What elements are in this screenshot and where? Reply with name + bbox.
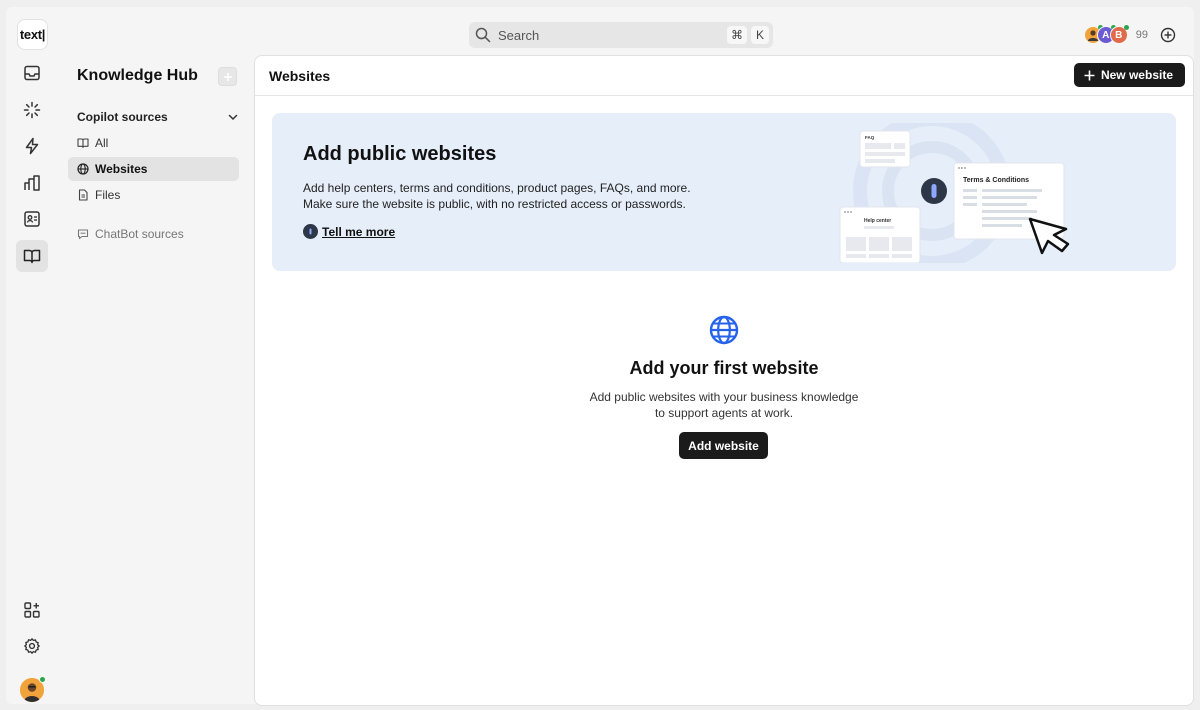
rail-copilot[interactable]: [16, 94, 48, 126]
sidebar-item-files[interactable]: Files: [68, 183, 239, 207]
svg-text:FAQ: FAQ: [865, 135, 875, 140]
search-bar[interactable]: Search ⌘ K: [469, 22, 773, 48]
globe-icon: [77, 163, 89, 175]
file-icon: [77, 189, 89, 201]
sparkle-icon: [23, 101, 41, 119]
rail-automations[interactable]: [16, 130, 48, 162]
plus-circle-icon: [1160, 27, 1176, 43]
rail-reports[interactable]: [16, 167, 48, 199]
new-website-button[interactable]: New website: [1073, 63, 1185, 87]
knowledge-book-icon: [23, 249, 41, 264]
sidebar-add-button[interactable]: [218, 67, 237, 86]
rail-apps[interactable]: [16, 594, 48, 626]
contacts-icon: [24, 211, 40, 227]
sidebar-item-label: ChatBot sources: [95, 227, 184, 241]
section-title: Copilot sources: [77, 110, 168, 124]
globe-icon: [709, 315, 739, 345]
team-presence: A B 99: [1083, 24, 1178, 46]
avatar-stack[interactable]: A B: [1083, 25, 1129, 44]
tell-me-more-link[interactable]: Tell me more: [303, 224, 395, 239]
search-icon: [475, 27, 491, 43]
shortcut-k-key: K: [751, 26, 769, 44]
add-website-button[interactable]: Add website: [679, 432, 768, 459]
sidebar-item-label: Files: [95, 188, 121, 202]
link-label: Tell me more: [322, 224, 396, 239]
shortcut-cmd-key: ⌘: [727, 26, 747, 44]
main-header: Websites New website: [255, 56, 1193, 96]
logo-text: text|: [19, 27, 46, 42]
empty-state-title: Add your first website: [629, 358, 819, 378]
sidebar-item-all[interactable]: All: [68, 131, 239, 155]
rail-knowledge-hub[interactable]: [16, 240, 48, 272]
avatar: B: [1109, 25, 1129, 44]
button-label: New website: [1100, 68, 1173, 82]
search-placeholder: Search: [498, 27, 540, 43]
main-panel: Websites New website Add public websites…: [254, 55, 1194, 706]
play-icon: [303, 224, 318, 239]
websites-illustration: FAQ Help center Terms & Conditions: [839, 123, 1070, 263]
plus-icon: [223, 72, 232, 81]
add-member-button[interactable]: [1158, 25, 1178, 45]
reports-icon: [24, 175, 40, 191]
plus-icon: [1084, 70, 1095, 80]
online-status-dot: [39, 676, 46, 683]
page-title: Websites: [269, 68, 331, 84]
book-icon: [77, 137, 89, 149]
svg-text:Help center: Help center: [864, 218, 891, 224]
chat-icon: [77, 228, 89, 240]
rail-settings[interactable]: [16, 630, 48, 662]
apps-icon: [24, 602, 40, 618]
sidebar-item-websites[interactable]: Websites: [68, 157, 239, 181]
banner-text: Add help centers, terms and conditions, …: [303, 181, 691, 211]
svg-text:Terms & Conditions: Terms & Conditions: [963, 177, 1029, 184]
avatar-count: 99: [1135, 29, 1148, 41]
inbox-icon: [24, 65, 40, 81]
user-avatar[interactable]: [20, 676, 46, 702]
settings-icon: [24, 638, 40, 654]
rail-contacts[interactable]: [16, 203, 48, 235]
empty-state-text: Add public websites with your business k…: [589, 390, 859, 420]
sidebar-item-chatbot-sources[interactable]: ChatBot sources: [68, 222, 239, 246]
button-label: Add website: [688, 438, 759, 453]
sidebar-item-label: Websites: [95, 162, 148, 176]
sidebar-title: Knowledge Hub: [77, 67, 198, 84]
copilot-sources-header[interactable]: Copilot sources: [77, 108, 239, 126]
sidebar-item-label: All: [95, 136, 109, 150]
rail-inbox[interactable]: [16, 57, 48, 89]
chevron-down-icon: [228, 114, 238, 121]
bolt-icon: [25, 137, 39, 155]
banner-title: Add public websites: [303, 143, 497, 165]
info-banner: Add public websites Add help centers, te…: [272, 113, 1176, 271]
app-window: text| Search ⌘ K A B 99 Knowledge Hub Co…: [6, 7, 1194, 706]
app-logo[interactable]: text|: [17, 19, 48, 50]
